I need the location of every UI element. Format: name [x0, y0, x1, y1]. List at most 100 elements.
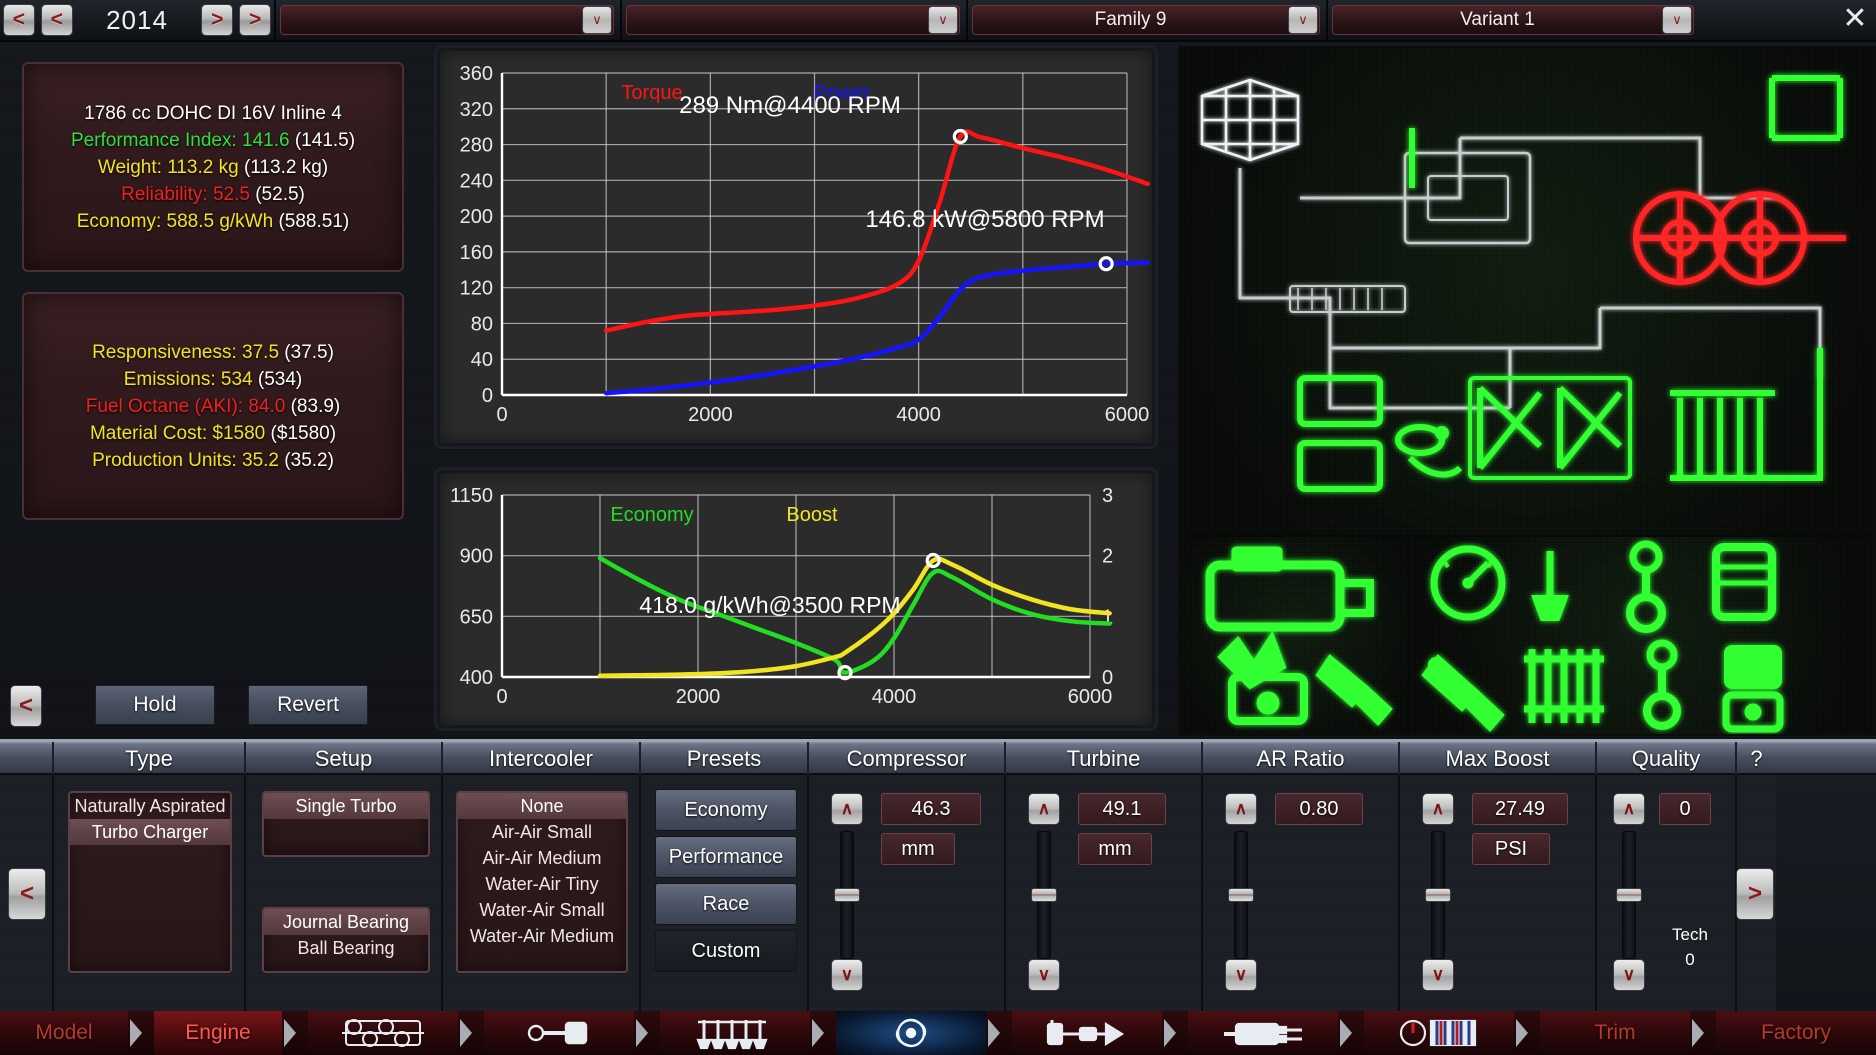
nav-chevron: [458, 1011, 484, 1055]
max-boost-increment-button[interactable]: ∧: [1422, 793, 1454, 825]
ar-ratio-decrement-button[interactable]: ∨: [1225, 959, 1257, 991]
year-next-button[interactable]: >: [201, 4, 233, 36]
top-bar: < < 2014 > > ∨ ∨ Family 9 ∨ V: [0, 0, 1876, 42]
intercooler-item-water-air-tiny[interactable]: Water-Air Tiny: [458, 871, 626, 897]
max-boost-decrement-button[interactable]: ∨: [1422, 959, 1454, 991]
hold-button[interactable]: Hold: [95, 685, 215, 725]
turbine-slider-knob[interactable]: [1031, 888, 1057, 902]
chevron-down-icon[interactable]: ∨: [582, 6, 612, 34]
compressor-slider-knob[interactable]: [834, 888, 860, 902]
setup-bearing-list[interactable]: Journal Bearing Ball Bearing: [262, 907, 430, 973]
svg-text:160: 160: [460, 242, 493, 264]
year-prev-prev-button[interactable]: <: [3, 4, 35, 36]
intercooler-list[interactable]: None Air-Air Small Air-Air Medium Water-…: [456, 791, 628, 973]
svg-text:2000: 2000: [676, 686, 721, 708]
col-right-nav: >: [1737, 775, 1776, 1012]
chevron-down-icon[interactable]: ∨: [928, 6, 958, 34]
nav-item-turbo[interactable]: [836, 1011, 986, 1055]
nav-item-model[interactable]: Model: [0, 1011, 128, 1055]
ar-ratio-slider-knob[interactable]: [1228, 888, 1254, 902]
preset-economy-button[interactable]: Economy: [655, 789, 797, 831]
nav-item-factory[interactable]: Factory: [1716, 1011, 1876, 1055]
setup-item-journal-bearing[interactable]: Journal Bearing: [264, 909, 428, 935]
stat-production-units-value: Production Units: 35.2: [92, 450, 279, 471]
setup-turbo-count-list[interactable]: Single Turbo: [262, 791, 430, 857]
col-type: Naturally Aspirated Turbo Charger: [54, 775, 246, 1012]
chevron-down-icon[interactable]: ∨: [1662, 6, 1692, 34]
svg-text:Torque: Torque: [621, 82, 682, 104]
stat-fuel-octane-value: Fuel Octane (AKI): 84.0: [86, 396, 286, 417]
year-prev-button[interactable]: <: [41, 4, 73, 36]
turbine-increment-button[interactable]: ∧: [1028, 793, 1060, 825]
svg-text:Economy: Economy: [610, 504, 693, 526]
year-next-next-button[interactable]: >: [239, 4, 271, 36]
help-button[interactable]: ?: [1737, 742, 1776, 775]
nav-item-pistons[interactable]: [484, 1011, 634, 1055]
panel-next-button[interactable]: >: [1736, 868, 1774, 920]
stat-economy: Economy: 588.5 g/kWh (588.51): [77, 208, 349, 235]
col-header-quality: Quality: [1597, 742, 1737, 775]
setup-item-ball-bearing[interactable]: Ball Bearing: [264, 935, 428, 961]
nav-item-engine[interactable]: Engine: [154, 1011, 282, 1055]
stat-performance-index-value: Performance Index: 141.6: [71, 130, 290, 151]
family-value: Family 9: [973, 9, 1288, 31]
setup-item-single-turbo[interactable]: Single Turbo: [264, 793, 428, 819]
nav-item-exhaust[interactable]: [1188, 1011, 1338, 1055]
type-item-naturally-aspirated[interactable]: Naturally Aspirated: [70, 793, 230, 819]
max-boost-slider-knob[interactable]: [1425, 888, 1451, 902]
chevron-down-icon[interactable]: ∨: [1288, 6, 1318, 34]
intercooler-item-air-air-small[interactable]: Air-Air Small: [458, 819, 626, 845]
nav-chevron: [1338, 1011, 1364, 1055]
back-arrow-button[interactable]: <: [10, 685, 42, 727]
nav-item-trim[interactable]: Trim: [1540, 1011, 1690, 1055]
compressor-increment-button[interactable]: ∧: [831, 793, 863, 825]
variant-dropdown[interactable]: Variant 1 ∨: [1332, 5, 1694, 35]
nav-chevron: [1514, 1011, 1540, 1055]
col-intercooler: None Air-Air Small Air-Air Medium Water-…: [443, 775, 641, 1012]
ar-ratio-increment-button[interactable]: ∧: [1225, 793, 1257, 825]
turbine-decrement-button[interactable]: ∨: [1028, 959, 1060, 991]
family-dropdown[interactable]: Family 9 ∨: [972, 5, 1320, 35]
quality-decrement-button[interactable]: ∨: [1613, 959, 1645, 991]
compressor-unit: mm: [881, 833, 955, 865]
type-item-turbo-charger[interactable]: Turbo Charger: [70, 819, 230, 845]
dropdown-2[interactable]: ∨: [626, 5, 960, 35]
preset-performance-button[interactable]: Performance: [655, 836, 797, 878]
compressor-decrement-button[interactable]: ∨: [831, 959, 863, 991]
preset-race-button[interactable]: Race: [655, 883, 797, 925]
panel-prev-button[interactable]: <: [8, 868, 46, 920]
nav-chevron: [282, 1011, 308, 1055]
engine-schematic-panel: [1178, 46, 1876, 736]
quality-tech-label: Tech: [1659, 925, 1721, 945]
engine-parts-icon-cell[interactable]: [1410, 537, 1876, 736]
stat-responsiveness: Responsiveness: 37.5 (37.5): [92, 339, 334, 366]
col-quality: ∧ 0 ∨ Tech 0: [1597, 775, 1737, 1012]
col-setup: Single Turbo Journal Bearing Ball Bearin…: [246, 775, 443, 1012]
intercooler-item-water-air-small[interactable]: Water-Air Small: [458, 897, 626, 923]
intercooler-item-air-air-medium[interactable]: Air-Air Medium: [458, 845, 626, 871]
quality-slider-knob[interactable]: [1616, 888, 1642, 902]
revert-button[interactable]: Revert: [248, 685, 368, 725]
svg-text:900: 900: [460, 546, 493, 568]
col-header-setup: Setup: [246, 742, 443, 775]
stat-fuel-octane-prev: (83.9): [285, 396, 340, 417]
intercooler-item-none[interactable]: None: [458, 793, 626, 819]
nav-item-fuel[interactable]: [1012, 1011, 1162, 1055]
stat-reliability: Reliability: 52.5 (52.5): [121, 181, 305, 208]
stat-economy-prev: (588.51): [273, 211, 349, 232]
quality-increment-button[interactable]: ∧: [1613, 793, 1645, 825]
nav-item-tuning[interactable]: [1364, 1011, 1514, 1055]
engine-block-icon-cell[interactable]: [1180, 537, 1408, 736]
type-list[interactable]: Naturally Aspirated Turbo Charger: [68, 791, 232, 973]
ar-ratio-value: 0.80: [1275, 793, 1363, 825]
svg-text:80: 80: [471, 313, 493, 335]
preset-custom-button[interactable]: Custom: [655, 930, 797, 972]
nav-item-head[interactable]: [660, 1011, 810, 1055]
dropdown-1[interactable]: ∨: [280, 5, 614, 35]
intercooler-item-water-air-medium[interactable]: Water-Air Medium: [458, 923, 626, 949]
nav-chevron: [1690, 1011, 1716, 1055]
svg-text:418.0 g/kWh@3500 RPM: 418.0 g/kWh@3500 RPM: [639, 592, 900, 618]
close-icon[interactable]: ✕: [1838, 4, 1872, 38]
engine-details-panel: Responsiveness: 37.5 (37.5) Emissions: 5…: [22, 292, 404, 520]
nav-item-bottom-end[interactable]: [308, 1011, 458, 1055]
